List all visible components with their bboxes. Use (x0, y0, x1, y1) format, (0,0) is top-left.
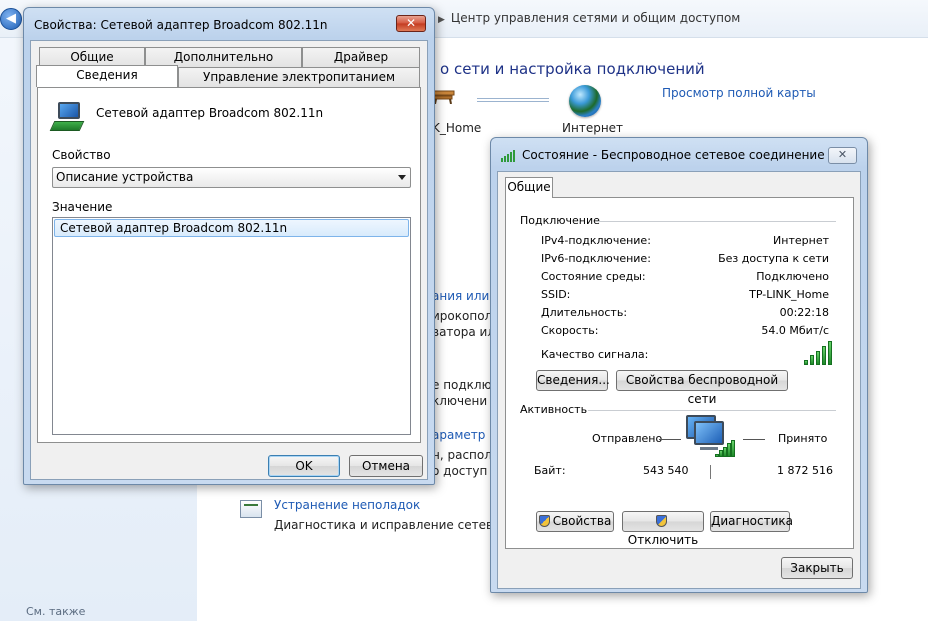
activity-group-header: Активность (520, 403, 588, 416)
property-select[interactable]: Описание устройства (52, 167, 411, 188)
signal-bar (731, 440, 735, 457)
tab-power-management[interactable]: Управление электропитанием (178, 67, 420, 87)
activity-signal-icon (715, 439, 737, 457)
uac-shield-icon (538, 515, 550, 527)
task-desc-fragment: ирокопол (432, 309, 493, 323)
signal-quality-label: Качество сигнала: (541, 348, 649, 361)
wireless-status-window: Состояние - Беспроводное сетевое соедине… (490, 137, 868, 593)
divider (710, 465, 711, 479)
speed-label: Скорость: (541, 324, 599, 337)
internet-label[interactable]: Интернет (562, 121, 623, 135)
general-panel: Подключение IPv4-подключение: Интернет I… (505, 197, 854, 549)
cancel-button[interactable]: Отмена (349, 455, 423, 477)
property-select-value: Описание устройства (56, 170, 194, 184)
bytes-label: Байт: (534, 464, 566, 477)
disable-button[interactable]: Отключить (622, 511, 704, 547)
divider (588, 410, 836, 411)
details-panel: Сетевой адаптер Broadcom 802.11n Свойств… (37, 87, 421, 443)
value-listbox[interactable]: Сетевой адаптер Broadcom 802.11n (52, 217, 411, 435)
media-state-value: Подключено (756, 270, 829, 283)
tab-driver[interactable]: Драйвер (302, 47, 420, 67)
tab-advanced[interactable]: Дополнительно (145, 47, 302, 67)
duration-value: 00:22:18 (779, 306, 829, 319)
signal-quality-icon (804, 340, 834, 365)
see-also-heading: См. также (26, 605, 86, 618)
window-title: Состояние - Беспроводное сетевое соедине… (522, 148, 825, 162)
bytes-received-value: 1 872 516 (777, 464, 833, 477)
close-button[interactable]: Закрыть (781, 557, 853, 579)
duration-label: Длительность: (541, 306, 628, 319)
tab-general[interactable]: Общие (505, 177, 553, 198)
property-label: Свойство (52, 148, 111, 162)
divider (598, 221, 836, 222)
signal-strength-icon (501, 149, 517, 162)
speed-value: 54.0 Мбит/с (761, 324, 829, 337)
breadcrumb[interactable]: ▶ Центр управления сетями и общим доступо… (438, 11, 740, 25)
bytes-sent-value: 543 540 (643, 464, 689, 477)
network-adapter-icon (49, 102, 86, 134)
troubleshoot-link[interactable]: Устранение неполадок (274, 498, 420, 512)
task-link-fragment[interactable]: араметр (432, 428, 485, 442)
ssid-label: SSID: (541, 288, 571, 301)
task-desc-fragment: ключени (432, 394, 488, 408)
sent-label: Отправлено (592, 432, 663, 445)
signal-bar (816, 351, 820, 365)
home-network-label[interactable]: K_Home (432, 121, 481, 135)
ipv6-value: Без доступа к сети (718, 252, 829, 265)
ipv6-label: IPv6-подключение: (541, 252, 651, 265)
task-desc-fragment: н, распол (432, 448, 492, 462)
divider (743, 439, 765, 440)
adapter-properties-window: Свойства: Сетевой адаптер Broadcom 802.1… (23, 7, 435, 485)
properties-button-label: Свойства (552, 514, 612, 528)
connection-group-header: Подключение (520, 214, 600, 227)
full-map-link[interactable]: Просмотр полной карты (662, 86, 816, 100)
window-title: Свойства: Сетевой адаптер Broadcom 802.1… (34, 18, 328, 32)
network-map-connector (477, 98, 549, 102)
chevron-down-icon[interactable] (398, 175, 406, 180)
dialog-body: Общие Подключение IPv4-подключение: Инте… (497, 171, 861, 589)
wireless-properties-button[interactable]: Свойства беспроводной сети (616, 370, 788, 406)
properties-button[interactable]: Свойства (536, 511, 614, 532)
disable-button-label: Отключить (627, 533, 699, 547)
page-title: о сети и настройка подключений (440, 60, 705, 78)
diagnose-button[interactable]: Диагностика (710, 511, 793, 532)
divider (659, 439, 681, 440)
internet-globe-icon (569, 85, 601, 117)
task-desc-fragment: о доступ (432, 464, 488, 478)
breadcrumb-network-center[interactable]: Центр управления сетями и общим доступом (451, 11, 740, 25)
breadcrumb-separator-icon: ▶ (438, 15, 445, 25)
device-name: Сетевой адаптер Broadcom 802.11n (96, 106, 324, 120)
signal-bar (828, 341, 832, 365)
dialog-body: Общие Дополнительно Драйвер Сведения Упр… (30, 40, 428, 480)
signal-bar (804, 360, 808, 365)
ipv4-label: IPv4-подключение: (541, 234, 651, 247)
tab-general[interactable]: Общие (39, 47, 145, 67)
ok-button[interactable]: OK (268, 455, 340, 477)
uac-shield-icon (656, 515, 667, 527)
close-icon[interactable]: ✕ (396, 15, 426, 32)
close-icon[interactable]: ✕ (828, 147, 857, 164)
task-desc-fragment: е подклю (432, 378, 492, 392)
ssid-value: TP-LINK_Home (749, 288, 829, 301)
value-label: Значение (52, 200, 113, 214)
details-button[interactable]: Сведения... (536, 370, 610, 391)
troubleshoot-icon (240, 500, 262, 518)
back-button[interactable]: ◀ (0, 8, 22, 30)
tab-details[interactable]: Сведения (36, 65, 178, 87)
received-label: Принято (778, 432, 828, 445)
signal-bar (810, 355, 814, 365)
ipv4-value: Интернет (773, 234, 829, 247)
media-state-label: Состояние среды: (541, 270, 646, 283)
signal-bar (822, 346, 826, 365)
list-item[interactable]: Сетевой адаптер Broadcom 802.11n (54, 219, 409, 237)
